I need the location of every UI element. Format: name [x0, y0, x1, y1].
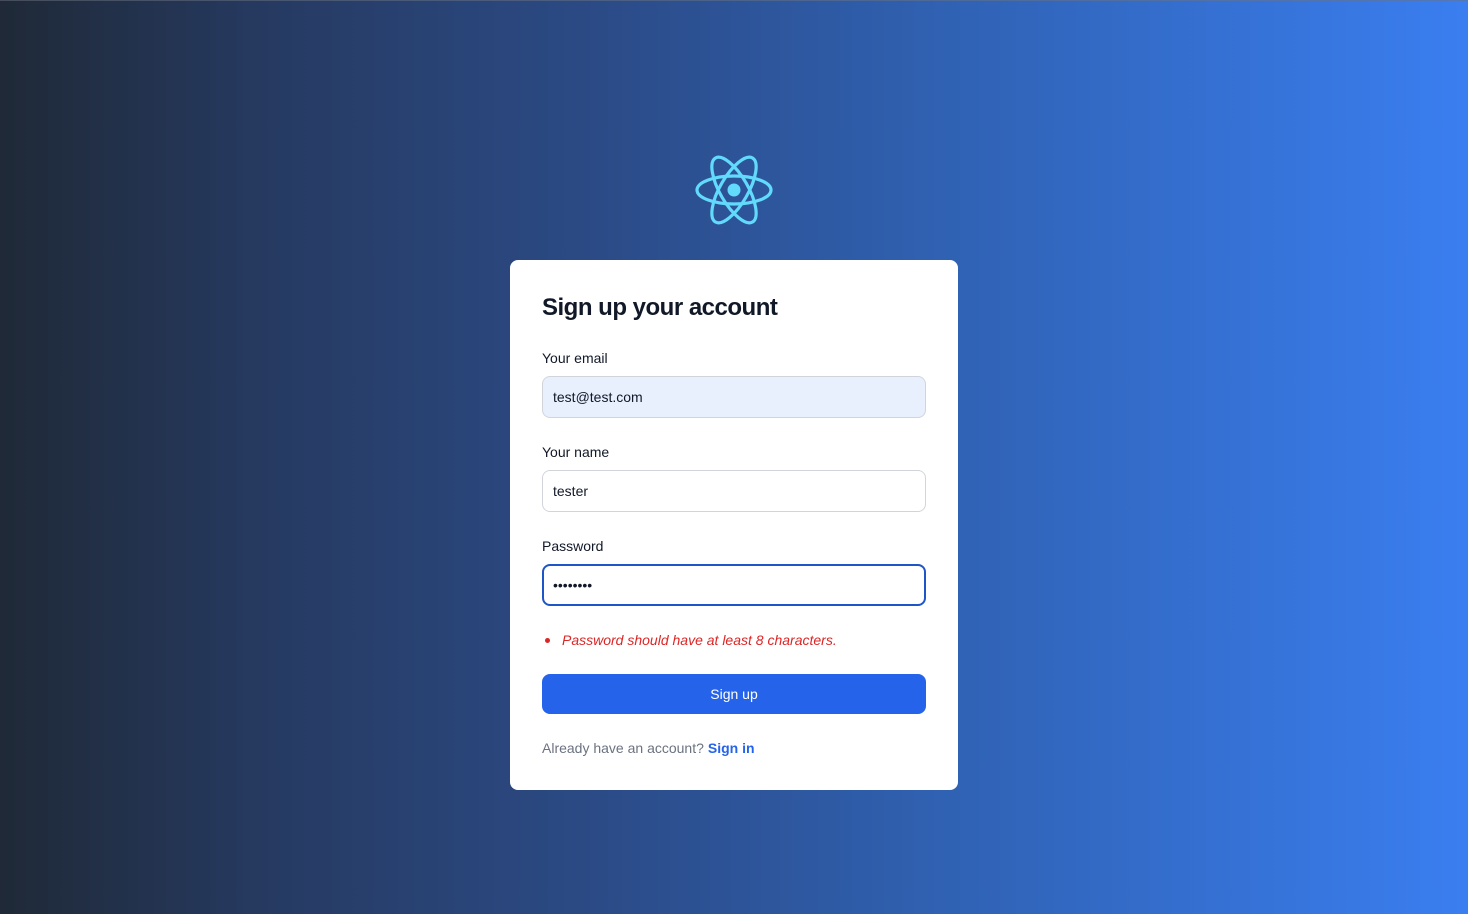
password-error: Password should have at least 8 characte…: [542, 630, 837, 650]
react-logo-icon: [694, 150, 774, 230]
page-title: Sign up your account: [542, 294, 778, 321]
password-field[interactable]: [542, 564, 926, 606]
sign-up-button[interactable]: Sign up: [542, 674, 926, 714]
name-label: Your name: [542, 444, 610, 460]
top-border: [0, 0, 1468, 1]
sign-in-link[interactable]: Sign in: [708, 740, 755, 756]
error-bullet-icon: [545, 637, 550, 643]
name-field[interactable]: [542, 470, 926, 512]
password-label: Password: [542, 538, 604, 554]
email-field[interactable]: [542, 376, 926, 418]
email-label: Your email: [542, 350, 608, 366]
password-error-text: Password should have at least 8 characte…: [562, 632, 837, 648]
signin-prompt: Already have an account? Sign in: [542, 738, 755, 758]
signup-card: Sign up your account Your email Your nam…: [510, 260, 958, 790]
signin-prompt-text: Already have an account?: [542, 740, 704, 756]
